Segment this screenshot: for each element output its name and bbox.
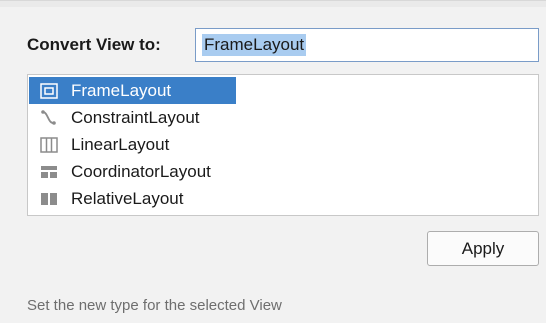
list-item-framelayout[interactable]: FrameLayout [29, 77, 236, 104]
constraint-layout-icon [39, 109, 59, 126]
list-item-relativelayout[interactable]: RelativeLayout [29, 185, 236, 212]
list-item-label: LinearLayout [71, 134, 170, 154]
list-item-label: RelativeLayout [71, 188, 184, 208]
coordinator-layout-icon [39, 164, 59, 180]
apply-button[interactable]: Apply [427, 231, 539, 266]
convert-view-dialog: Convert View to: FrameLayout FrameLayout [0, 0, 546, 323]
view-type-input[interactable]: FrameLayout [195, 28, 539, 62]
convert-view-label: Convert View to: [27, 35, 161, 54]
list-item-constraintlayout[interactable]: ConstraintLayout [29, 104, 236, 131]
view-type-field-selected-text: FrameLayout [202, 34, 307, 56]
list-item-linearlayout[interactable]: LinearLayout [29, 131, 236, 158]
relative-layout-icon [39, 191, 59, 207]
layout-type-list[interactable]: FrameLayout ConstraintLayout LinearLayou… [27, 74, 539, 216]
frame-layout-icon [39, 82, 59, 99]
list-item-coordinatorlayout[interactable]: CoordinatorLayout [29, 158, 236, 185]
list-item-label: CoordinatorLayout [71, 161, 211, 181]
hint-text: Set the new type for the selected View [27, 297, 282, 314]
list-item-label: FrameLayout [71, 80, 172, 100]
list-item-label: ConstraintLayout [71, 107, 200, 127]
dialog-top-strip [0, 1, 546, 7]
linear-layout-icon [39, 136, 59, 153]
